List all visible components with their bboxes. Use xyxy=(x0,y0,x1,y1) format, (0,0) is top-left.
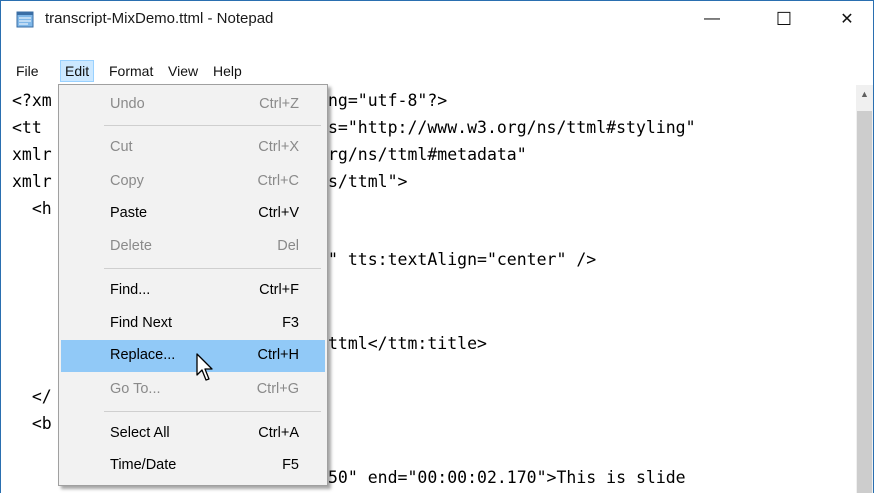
window-title: transcript-MixDemo.ttml - Notepad xyxy=(45,10,274,27)
menu-separator xyxy=(104,125,321,126)
menu-item-paste[interactable]: Paste Ctrl+V xyxy=(61,198,325,230)
editor-line: " tts:textAlign="center" /> xyxy=(328,250,597,269)
menu-view[interactable]: View xyxy=(164,60,202,82)
editor-line: </ xyxy=(12,387,52,406)
maximize-button[interactable]: ☐ xyxy=(756,1,812,37)
menu-item-copy[interactable]: Copy Ctrl+C xyxy=(61,166,325,198)
editor-line: <b xyxy=(12,414,52,433)
menu-item-cut[interactable]: Cut Ctrl+X xyxy=(61,132,325,164)
menu-help[interactable]: Help xyxy=(209,60,246,82)
scroll-up-arrow-icon[interactable]: ▲ xyxy=(856,85,873,102)
minimize-button[interactable]: — xyxy=(684,1,740,37)
menu-separator xyxy=(104,268,321,269)
editor-line: xmlr xyxy=(12,172,52,191)
editor-line: xmlr xyxy=(12,145,52,164)
editor-line: <?xm xyxy=(12,91,52,110)
scroll-thumb[interactable] xyxy=(857,111,872,493)
title-bar[interactable]: transcript-MixDemo.ttml - Notepad — ☐ ✕ xyxy=(1,1,873,37)
notepad-icon xyxy=(16,11,34,28)
menu-item-select-all[interactable]: Select All Ctrl+A xyxy=(61,418,325,450)
editor-line: ng="utf-8"?> xyxy=(328,91,448,110)
menu-item-go-to[interactable]: Go To... Ctrl+G xyxy=(61,374,325,406)
menu-separator xyxy=(104,411,321,412)
menu-item-undo[interactable]: Undo Ctrl+Z xyxy=(61,89,325,121)
menu-item-delete[interactable]: Delete Del xyxy=(61,231,325,263)
editor-line: ttml</ttm:title> xyxy=(328,334,487,353)
menu-item-find-next[interactable]: Find Next F3 xyxy=(61,308,325,340)
editor-line: s="http://www.w3.org/ns/ttml#styling" xyxy=(328,118,696,137)
editor-line: s/ttml"> xyxy=(328,172,408,191)
menu-item-replace[interactable]: Replace... Ctrl+H xyxy=(61,340,325,372)
menu-format[interactable]: Format xyxy=(105,60,157,82)
edit-menu-dropdown: Undo Ctrl+Z Cut Ctrl+X Copy Ctrl+C Paste… xyxy=(58,84,328,486)
close-icon: ✕ xyxy=(840,11,854,28)
menu-item-find[interactable]: Find... Ctrl+F xyxy=(61,275,325,307)
minimize-icon: — xyxy=(704,10,720,27)
editor-line: 50" end="00:00:02.170">This is slide xyxy=(328,468,686,487)
menu-item-time-date[interactable]: Time/Date F5 xyxy=(61,450,325,482)
menu-file[interactable]: File xyxy=(12,60,43,82)
vertical-scrollbar[interactable]: ▲ xyxy=(856,85,873,493)
mouse-pointer-icon xyxy=(196,353,213,381)
close-button[interactable]: ✕ xyxy=(819,1,873,37)
editor-line: rg/ns/ttml#metadata" xyxy=(328,145,527,164)
editor-line: <tt xyxy=(12,118,52,137)
menu-edit[interactable]: Edit xyxy=(60,60,95,82)
editor-line: <h xyxy=(12,199,52,218)
maximize-icon: ☐ xyxy=(775,8,793,29)
notepad-window: transcript-MixDemo.ttml - Notepad — ☐ ✕ … xyxy=(0,0,874,493)
